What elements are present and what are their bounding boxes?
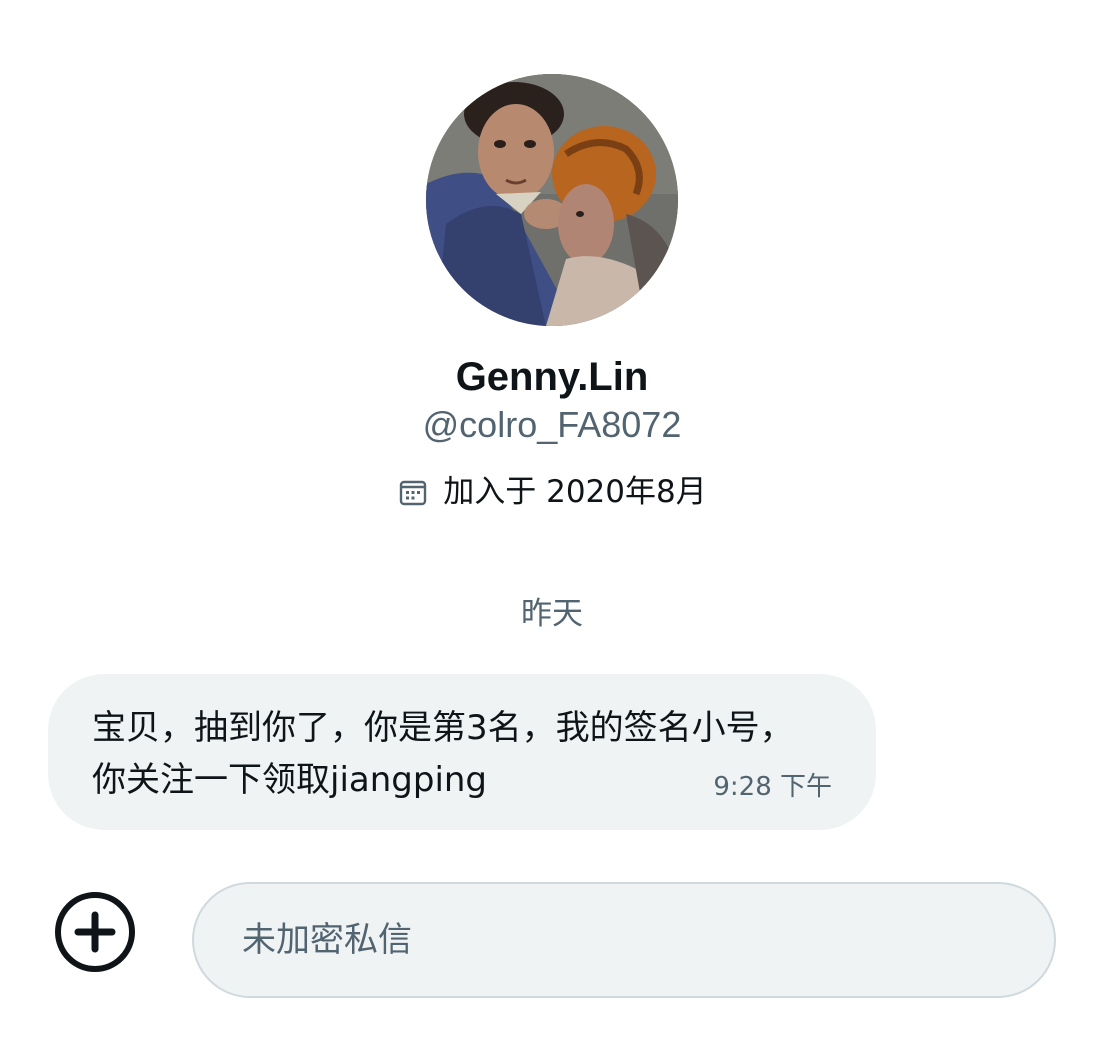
profile-joined-date: 加入于 2020年8月	[0, 470, 1104, 514]
message-bubble[interactable]: 宝贝，抽到你了，你是第3名，我的签名小号，你关注一下领取jiangping 9:…	[48, 674, 876, 830]
plus-circle-icon	[55, 892, 135, 972]
profile-display-name: Genny.Lin	[455, 355, 649, 399]
joined-text: 加入于 2020年8月	[443, 474, 707, 510]
date-divider: 昨天	[521, 596, 583, 632]
message-timestamp: 9:28 下午	[713, 772, 832, 802]
message-composer[interactable]	[192, 882, 1056, 998]
calendar-icon	[397, 476, 429, 508]
profile-avatar[interactable]	[426, 74, 678, 326]
add-media-button[interactable]	[52, 889, 138, 975]
profile-handle: @colro_FA8072	[422, 404, 682, 445]
message-input[interactable]	[240, 919, 1008, 961]
